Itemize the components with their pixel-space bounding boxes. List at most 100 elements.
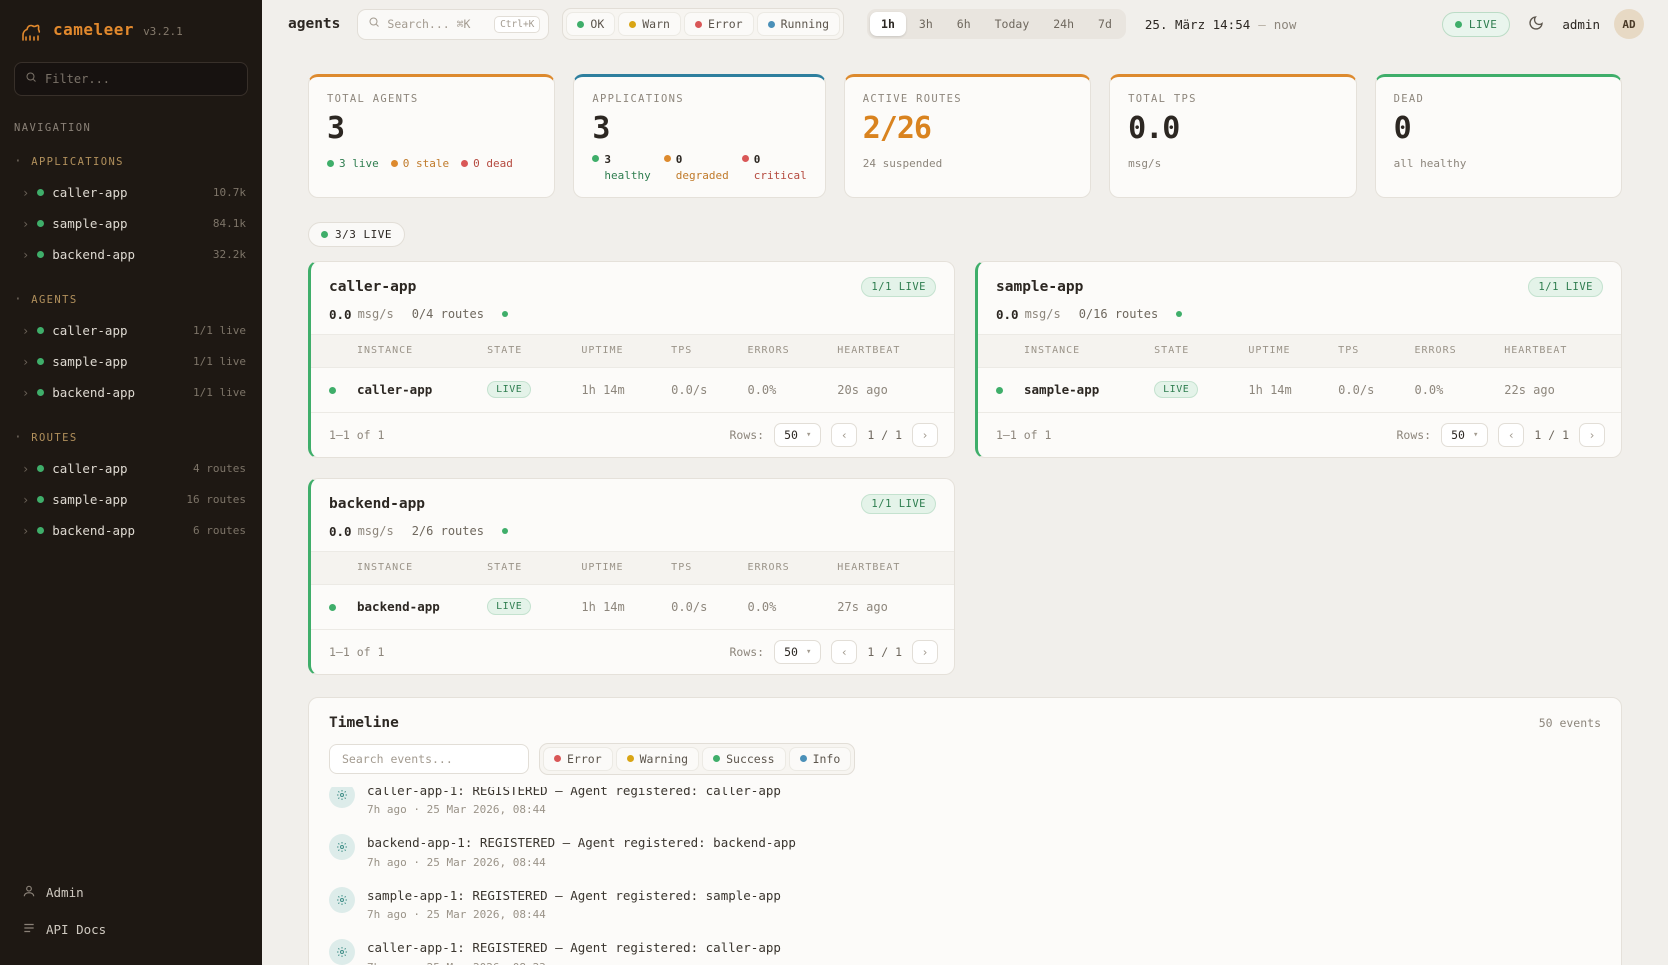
events-search-input[interactable] bbox=[342, 752, 516, 766]
status-filter-group: OK Warn Error Running bbox=[562, 8, 844, 40]
sidebar-filter[interactable] bbox=[14, 62, 248, 96]
sidebar-item-label: caller-app bbox=[52, 323, 127, 338]
info-dot bbox=[800, 755, 807, 762]
chevron-right-icon: › bbox=[22, 462, 29, 476]
sidebar-item-routes-backend-app[interactable]: › backend-app 6 routes bbox=[0, 515, 262, 546]
live-badge: 1/1 LIVE bbox=[1528, 277, 1603, 297]
table-row[interactable]: backend-app LIVE 1h 14m 0.0/s 0.0% 27s a… bbox=[311, 585, 954, 629]
column-header: STATE bbox=[487, 345, 581, 356]
range-button-6h[interactable]: 6h bbox=[946, 12, 982, 36]
status-dot bbox=[37, 189, 44, 196]
rows-per-page-select[interactable]: 50 ▾ bbox=[1441, 423, 1488, 447]
sidebar-item-agents-sample-app[interactable]: › sample-app 1/1 live bbox=[0, 346, 262, 377]
sidebar-item-badge: 1/1 live bbox=[193, 355, 246, 368]
app-card-title[interactable]: sample-app bbox=[996, 279, 1083, 295]
filter-chip-ok[interactable]: OK bbox=[566, 12, 615, 36]
sidebar-section-header-applications[interactable]: · APPLICATIONS bbox=[0, 146, 262, 177]
stat-value: 0 bbox=[1394, 113, 1603, 145]
event-item[interactable]: caller-app-1: REGISTERED — Agent registe… bbox=[329, 930, 1601, 965]
sidebar-item-admin[interactable]: Admin bbox=[12, 875, 250, 910]
column-header: HEARTBEAT bbox=[837, 562, 936, 573]
event-filter-error[interactable]: Error bbox=[543, 747, 613, 771]
global-search-input[interactable] bbox=[387, 17, 487, 31]
live-badge: 1/1 LIVE bbox=[861, 494, 936, 514]
date-separator: — bbox=[1258, 17, 1266, 32]
filter-chip-running[interactable]: Running bbox=[757, 12, 840, 36]
rows-per-page-select[interactable]: 50 ▾ bbox=[774, 640, 821, 664]
event-message: caller-app-1: REGISTERED — Agent registe… bbox=[367, 939, 781, 957]
state-badge: LIVE bbox=[487, 598, 531, 615]
main-area: agents Ctrl+K OK Warn Error Ru bbox=[262, 0, 1668, 965]
event-item[interactable]: caller-app-1: REGISTERED — Agent registe… bbox=[329, 787, 1601, 826]
table-row[interactable]: sample-app LIVE 1h 14m 0.0/s 0.0% 22s ag… bbox=[978, 368, 1621, 412]
app-card-title[interactable]: caller-app bbox=[329, 279, 416, 295]
date-range-display[interactable]: 25. März 14:54 — now bbox=[1145, 17, 1296, 32]
next-page-button[interactable]: › bbox=[912, 640, 938, 664]
column-header: STATE bbox=[1154, 345, 1248, 356]
sidebar-item-badge: 32.2k bbox=[213, 248, 246, 261]
sidebar-item-badge: 6 routes bbox=[193, 524, 246, 537]
table-footer: 1–1 of 1 Rows: 50 ▾ ‹ 1 / 1 › bbox=[311, 629, 954, 674]
sidebar-item-routes-caller-app[interactable]: › caller-app 4 routes bbox=[0, 453, 262, 484]
page-indicator: 1 / 1 bbox=[1534, 428, 1569, 442]
live-summary-label: 3/3 LIVE bbox=[335, 228, 392, 241]
range-button-1h[interactable]: 1h bbox=[870, 12, 906, 36]
event-filter-success[interactable]: Success bbox=[702, 747, 785, 771]
prev-page-button[interactable]: ‹ bbox=[1498, 423, 1524, 447]
sidebar-item-applications-backend-app[interactable]: › backend-app 32.2k bbox=[0, 239, 262, 270]
live-summary-badge: 3/3 LIVE bbox=[308, 222, 405, 247]
tps-value: 0.0 bbox=[996, 307, 1019, 322]
prev-page-button[interactable]: ‹ bbox=[831, 423, 857, 447]
cell-uptime: 1h 14m bbox=[1248, 383, 1338, 397]
sidebar-filter-input[interactable] bbox=[45, 72, 237, 86]
rows-per-page-select[interactable]: 50 ▾ bbox=[774, 423, 821, 447]
sidebar-item-label: caller-app bbox=[52, 461, 127, 476]
filter-chip-error[interactable]: Error bbox=[684, 12, 754, 36]
sidebar-section-header-agents[interactable]: · AGENTS bbox=[0, 284, 262, 315]
table-row[interactable]: caller-app LIVE 1h 14m 0.0/s 0.0% 20s ag… bbox=[311, 368, 954, 412]
app-card-sample-app: sample-app 1/1 LIVE 0.0 msg/s 0/16 route… bbox=[975, 261, 1622, 458]
rows-label: Rows: bbox=[729, 428, 764, 442]
filter-chip-warn[interactable]: Warn bbox=[618, 12, 681, 36]
avatar[interactable]: AD bbox=[1614, 9, 1644, 39]
event-item[interactable]: sample-app-1: REGISTERED — Agent registe… bbox=[329, 878, 1601, 931]
sidebar-section-header-routes[interactable]: · ROUTES bbox=[0, 422, 262, 453]
range-button-24h[interactable]: 24h bbox=[1042, 12, 1085, 36]
prev-page-button[interactable]: ‹ bbox=[831, 640, 857, 664]
sidebar-item-routes-sample-app[interactable]: › sample-app 16 routes bbox=[0, 484, 262, 515]
column-header: UPTIME bbox=[581, 562, 671, 573]
sidebar-item-applications-sample-app[interactable]: › sample-app 84.1k bbox=[0, 208, 262, 239]
success-dot bbox=[713, 755, 720, 762]
event-filter-warning[interactable]: Warning bbox=[616, 747, 699, 771]
sidebar-item-applications-caller-app[interactable]: › caller-app 10.7k bbox=[0, 177, 262, 208]
column-header: STATE bbox=[487, 562, 581, 573]
theme-toggle-button[interactable] bbox=[1524, 11, 1548, 38]
sidebar-item-agents-backend-app[interactable]: › backend-app 1/1 live bbox=[0, 377, 262, 408]
app-logo[interactable]: cameleer v3.2.1 bbox=[0, 14, 262, 62]
range-button-3h[interactable]: 3h bbox=[908, 12, 944, 36]
tps-unit: msg/s bbox=[358, 524, 394, 538]
live-dot bbox=[321, 231, 328, 238]
event-item[interactable]: backend-app-1: REGISTERED — Agent regist… bbox=[329, 825, 1601, 878]
events-list-viewport[interactable]: caller-app-1: REGISTERED — Agent registe… bbox=[309, 787, 1621, 965]
chevron-down-icon: ▾ bbox=[806, 647, 811, 657]
events-search[interactable] bbox=[329, 744, 529, 774]
live-status-toggle[interactable]: LIVE bbox=[1442, 12, 1511, 37]
range-button-7d[interactable]: 7d bbox=[1087, 12, 1123, 36]
sidebar-item-label: Admin bbox=[46, 885, 84, 900]
sidebar-item-agents-caller-app[interactable]: › caller-app 1/1 live bbox=[0, 315, 262, 346]
next-page-button[interactable]: › bbox=[912, 423, 938, 447]
range-button-today[interactable]: Today bbox=[984, 12, 1041, 36]
live-dot bbox=[1455, 21, 1462, 28]
column-header: ERRORS bbox=[747, 345, 837, 356]
next-page-button[interactable]: › bbox=[1579, 423, 1605, 447]
stale-dot bbox=[391, 160, 398, 167]
global-search[interactable]: Ctrl+K bbox=[357, 9, 549, 40]
cell-heartbeat: 22s ago bbox=[1504, 383, 1603, 397]
sidebar-item-api-docs[interactable]: API Docs bbox=[12, 912, 250, 947]
state-badge: LIVE bbox=[487, 381, 531, 398]
column-header: TPS bbox=[671, 562, 747, 573]
app-card-title[interactable]: backend-app bbox=[329, 496, 425, 512]
sidebar-item-label: API Docs bbox=[46, 922, 106, 937]
event-filter-info[interactable]: Info bbox=[789, 747, 852, 771]
